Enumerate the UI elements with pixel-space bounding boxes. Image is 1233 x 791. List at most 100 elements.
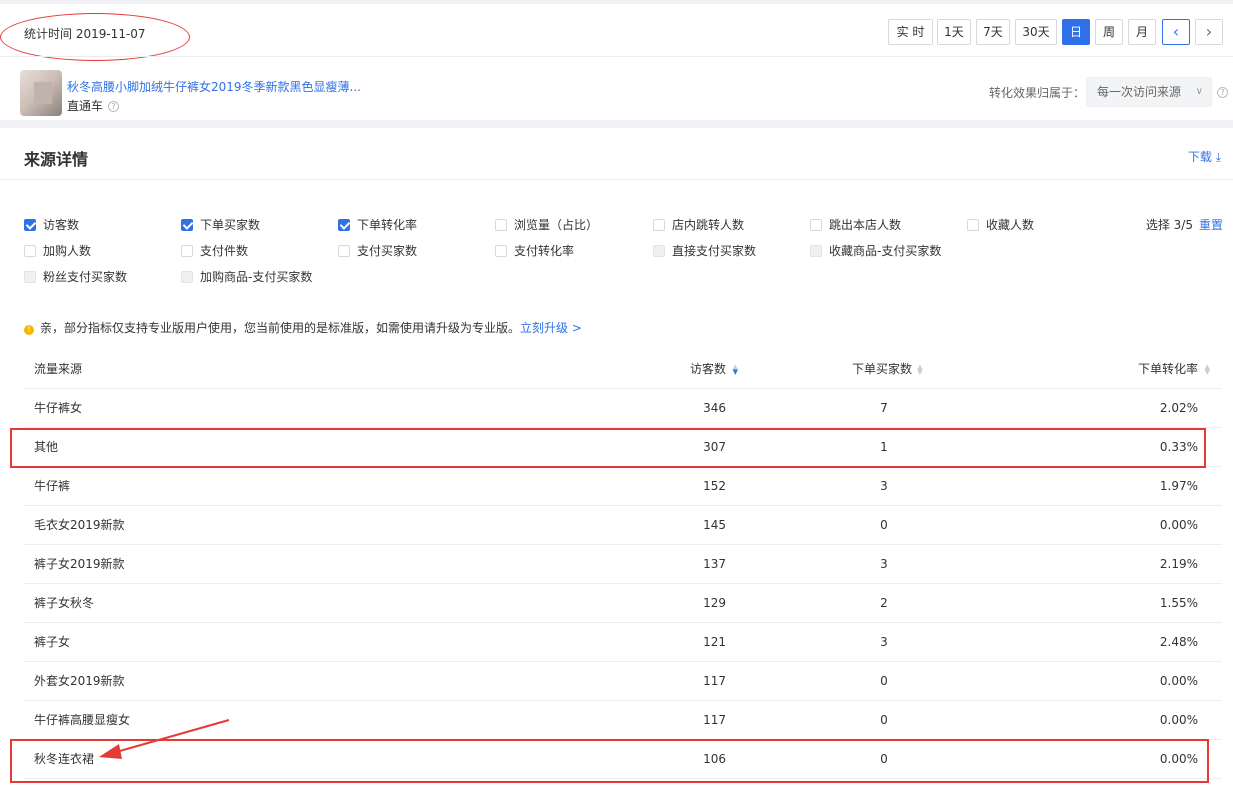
table-row: 裤子女2019新款 137 3 2.19%	[24, 545, 1222, 584]
chevron-down-icon: ∨	[1195, 86, 1203, 97]
sort-desc-icon: ▲ ▼	[732, 363, 738, 376]
metric-paid-buyers-checkbox[interactable]: 支付买家数	[338, 242, 417, 259]
order-buyers-cell: 0	[880, 518, 888, 532]
metric-label: 下单转化率	[357, 218, 418, 232]
next-date-button[interactable]: ›	[1195, 19, 1223, 45]
visitors-cell: 346	[703, 401, 726, 415]
col-order-buyers-header[interactable]: 下单买家数 ▲ ▼	[843, 350, 933, 388]
order-buyers-cell: 3	[880, 557, 888, 571]
source-cell: 裤子女2019新款	[34, 557, 125, 571]
table-row: 牛仔裤 152 3 1.97%	[24, 467, 1222, 506]
notice-text: 亲，部分指标仅支持专业版用户使用，您当前使用的是标准版，如需使用请升级为专业版。	[40, 321, 521, 335]
checkbox-icon	[181, 271, 193, 283]
metric-order-conversion-checkbox[interactable]: 下单转化率	[338, 216, 417, 233]
visitors-cell: 117	[703, 713, 726, 727]
prev-date-button[interactable]: ‹	[1162, 19, 1190, 45]
range-30day-button[interactable]: 30天	[1015, 19, 1057, 45]
metric-label: 直接支付买家数	[672, 244, 757, 258]
order-buyers-cell: 3	[880, 635, 888, 649]
metric-fav-item-paid-checkbox[interactable]: 收藏商品-支付买家数	[810, 242, 941, 259]
metric-label: 下单买家数	[200, 218, 261, 232]
metric-favorites-checkbox[interactable]: 收藏人数	[967, 216, 1034, 233]
channel-label: 直通车	[67, 99, 104, 113]
warning-icon: !	[24, 325, 34, 335]
metric-instore-jump-checkbox[interactable]: 店内跳转人数	[653, 216, 744, 233]
visitors-cell: 117	[703, 674, 726, 688]
checkbox-icon	[24, 245, 36, 257]
metric-pageviews-checkbox[interactable]: 浏览量（占比）	[495, 216, 598, 233]
metric-direct-paid-checkbox[interactable]: 直接支付买家数	[653, 242, 756, 259]
panel-divider	[0, 179, 1233, 180]
checkbox-icon	[338, 219, 350, 231]
metric-bounce-checkbox[interactable]: 跳出本店人数	[810, 216, 901, 233]
attribution-select[interactable]: 每一次访问来源 ∨	[1086, 77, 1212, 107]
attribution-value: 每一次访问来源	[1097, 85, 1182, 99]
metric-label: 粉丝支付买家数	[43, 270, 128, 284]
source-cell: 牛仔裤女	[34, 401, 83, 415]
range-7day-button[interactable]: 7天	[976, 19, 1010, 45]
header-label: 下单转化率	[1137, 362, 1198, 376]
visitors-cell: 121	[703, 635, 726, 649]
metric-paid-items-checkbox[interactable]: 支付件数	[181, 242, 248, 259]
selection-count: 选择 3/5 重置	[1146, 216, 1223, 233]
help-icon[interactable]: ?	[108, 101, 120, 112]
range-realtime-button[interactable]: 实 时	[888, 19, 933, 45]
selection-text: 选择 3/5	[1145, 218, 1193, 232]
product-title-link[interactable]: 秋冬高腰小脚加绒牛仔裤女2019冬季新款黑色显瘦薄...	[67, 78, 361, 95]
conversion-cell: 0.00%	[1159, 713, 1198, 727]
range-month-button[interactable]: 月	[1128, 19, 1156, 45]
checkbox-icon	[653, 219, 665, 231]
reset-link[interactable]: 重置	[1199, 218, 1223, 232]
col-visitors-header[interactable]: 访客数 ▲ ▼	[690, 350, 738, 388]
order-buyers-cell: 2	[880, 596, 888, 610]
range-day-button[interactable]: 日	[1062, 19, 1090, 45]
conversion-cell: 2.19%	[1159, 557, 1198, 571]
attribution-help-icon[interactable]: ?	[1217, 87, 1228, 98]
source-cell: 裤子女	[34, 635, 71, 649]
metric-label: 收藏商品-支付买家数	[829, 244, 942, 258]
source-cell: 牛仔裤	[34, 479, 71, 493]
panel-title: 来源详情	[24, 150, 89, 169]
date-range-group: 实 时 1天 7天 30天 日 周 月 ‹ ›	[888, 19, 1233, 45]
header-label: 下单买家数	[851, 362, 912, 376]
checkbox-icon	[24, 219, 36, 231]
metric-add-cart-checkbox[interactable]: 加购人数	[24, 242, 91, 259]
col-source-header: 流量来源	[34, 362, 83, 376]
order-buyers-cell: 0	[880, 674, 888, 688]
conversion-cell: 1.55%	[1159, 596, 1198, 610]
metric-label: 浏览量（占比）	[514, 218, 599, 232]
annotation-ellipse	[0, 13, 190, 61]
header-divider	[0, 56, 1233, 57]
metric-cart-item-paid-checkbox[interactable]: 加购商品-支付买家数	[181, 268, 312, 285]
conversion-cell: 1.97%	[1159, 479, 1198, 493]
visitors-cell: 145	[703, 518, 726, 532]
metric-visitors-checkbox[interactable]: 访客数	[24, 216, 79, 233]
visitors-cell: 152	[703, 479, 726, 493]
checkbox-icon	[967, 219, 979, 231]
table-header: 流量来源 访客数 ▲ ▼ 下单买家数 ▲ ▼ 下单转化率 ▲ ▼	[24, 350, 1222, 389]
product-channel: 直通车?	[67, 97, 120, 114]
download-link[interactable]: 下载 ⤓	[1188, 148, 1221, 165]
col-conversion-header[interactable]: 下单转化率 ▲ ▼	[1138, 350, 1210, 388]
annotation-arrow-icon	[99, 719, 230, 759]
range-week-button[interactable]: 周	[1095, 19, 1123, 45]
upgrade-link[interactable]: 立刻升级 >	[520, 321, 582, 335]
checkbox-icon	[810, 219, 822, 231]
metric-fan-paid-checkbox[interactable]: 粉丝支付买家数	[24, 268, 127, 285]
upgrade-notice: ! 亲，部分指标仅支持专业版用户使用，您当前使用的是标准版，如需使用请升级为专业版…	[24, 319, 582, 336]
attribution-label: 转化效果归属于：	[989, 86, 1086, 100]
range-1day-button[interactable]: 1天	[937, 19, 971, 45]
conversion-cell: 2.02%	[1159, 401, 1198, 415]
table-row: 裤子女 121 3 2.48%	[24, 623, 1222, 662]
conversion-cell: 2.48%	[1159, 635, 1198, 649]
checkbox-icon	[495, 219, 507, 231]
source-table: 流量来源 访客数 ▲ ▼ 下单买家数 ▲ ▼ 下单转化率 ▲ ▼ 牛仔裤女 346 7 2.02%…	[24, 350, 1222, 779]
header-label: 访客数	[689, 362, 726, 376]
metric-paid-conversion-checkbox[interactable]: 支付转化率	[495, 242, 574, 259]
report-header: 统计时间 2019-11-07 实 时 1天 7天 30天 日 周 月 ‹ › …	[0, 4, 1233, 120]
metric-label: 加购商品-支付买家数	[200, 270, 313, 284]
sort-icon: ▲ ▼	[1204, 363, 1210, 376]
product-thumbnail[interactable]	[20, 70, 62, 116]
metric-order-buyers-checkbox[interactable]: 下单买家数	[181, 216, 260, 233]
order-buyers-cell: 7	[880, 401, 888, 415]
